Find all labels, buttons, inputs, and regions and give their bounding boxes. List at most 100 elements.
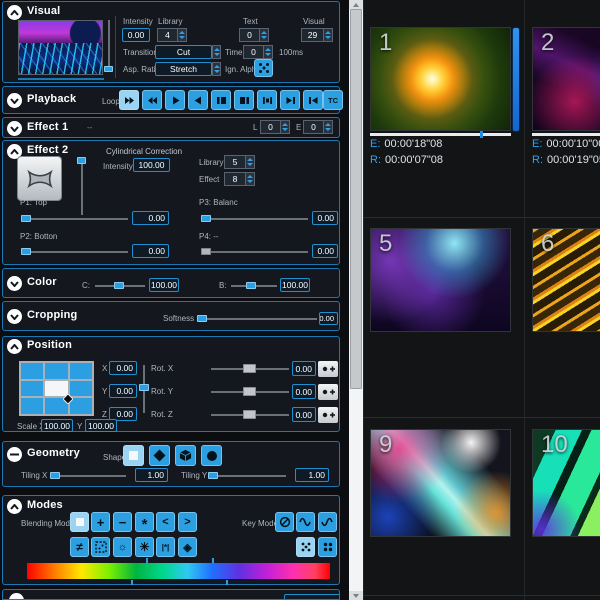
rot-x-keyframe-button[interactable] (318, 361, 338, 377)
collapse-cropping-button[interactable] (7, 309, 22, 324)
partial-field[interactable] (284, 594, 340, 600)
spinner-arrows-icon[interactable] (212, 62, 221, 76)
asp-ratio-dropdown[interactable]: Stretch (155, 62, 212, 76)
fast-forward-button[interactable] (119, 90, 139, 110)
spinner-arrows-icon[interactable] (246, 172, 255, 186)
transition-dropdown[interactable]: Cut (155, 45, 212, 59)
spinner-arrows-icon[interactable] (324, 28, 333, 42)
key-none-button[interactable] (275, 512, 294, 532)
cell-progress-bar[interactable] (370, 133, 511, 136)
pause-start-button[interactable] (211, 90, 231, 110)
position-grid-widget[interactable] (19, 361, 94, 416)
p3-slider-track[interactable] (201, 218, 308, 220)
softness-slider-handle[interactable] (197, 315, 207, 322)
scrollbar-thumb[interactable] (350, 9, 362, 389)
visual-spinner[interactable]: 29 (301, 28, 333, 42)
softness-field[interactable]: 0.00 (319, 312, 338, 325)
media-thumbnail[interactable]: 5 (370, 228, 511, 332)
visual-preview-thumbnail[interactable] (18, 20, 103, 75)
key-sine-b-button[interactable] (318, 512, 337, 532)
rot-y-slider-handle[interactable] (243, 387, 256, 396)
spinner-arrows-icon[interactable] (246, 155, 255, 169)
tiling-y-slider-handle[interactable] (208, 472, 218, 479)
shape-square-button[interactable] (123, 445, 144, 466)
blend-mask-button[interactable] (91, 537, 110, 557)
asp-ratio-spinner[interactable] (212, 62, 222, 76)
tiling-x-field[interactable]: 1.00 (135, 468, 168, 482)
key-dither25-button[interactable] (318, 537, 337, 557)
rot-x-slider-handle[interactable] (243, 364, 256, 373)
blend-add-button[interactable]: + (91, 512, 110, 532)
shape-circle-button[interactable] (201, 445, 222, 466)
x-field[interactable]: 0.00 (109, 361, 137, 375)
play-button[interactable] (165, 90, 185, 110)
effect2-vslider-handle[interactable] (77, 157, 86, 164)
shape-cube-button[interactable] (175, 445, 196, 466)
b-field[interactable]: 100.00 (280, 278, 310, 292)
blend-shift-left-button[interactable]: < (156, 512, 175, 532)
timecode-button[interactable]: TC (323, 90, 343, 110)
collapse-effect1-button[interactable] (7, 121, 22, 136)
scroll-down-button[interactable] (349, 591, 363, 600)
key-sine-a-button[interactable] (296, 512, 315, 532)
c-field[interactable]: 100.00 (149, 278, 179, 292)
visual-intensity-vslider-handle[interactable] (104, 66, 113, 72)
collapse-visual-button[interactable] (7, 5, 22, 20)
effect2-effect-spinner[interactable]: 8 (224, 172, 255, 186)
media-thumbnail[interactable]: 6 (532, 228, 600, 332)
l-spinner[interactable]: 0 (260, 120, 290, 134)
p3-field[interactable]: 0.00 (312, 211, 338, 225)
blend-shift-right-button[interactable]: > (178, 512, 197, 532)
spinner-arrows-icon[interactable] (281, 120, 290, 134)
b-slider-handle[interactable] (246, 282, 256, 289)
visual-intensity-vslider-track[interactable] (108, 20, 110, 72)
effect-preset-button[interactable] (18, 157, 61, 200)
effect2-vslider-track[interactable] (81, 158, 83, 215)
p3-slider-handle[interactable] (201, 215, 211, 222)
p4-slider-track[interactable] (201, 251, 308, 253)
collapse-position-button[interactable] (7, 339, 22, 354)
transition-spinner[interactable] (212, 45, 222, 59)
stop-end-button[interactable] (234, 90, 254, 110)
c-slider-handle[interactable] (114, 282, 124, 289)
tiling-y-field[interactable]: 1.00 (295, 468, 329, 482)
scale-x-field[interactable]: 100.00 (41, 419, 73, 432)
collapse-partial-button[interactable] (9, 593, 24, 600)
rot-y-keyframe-button[interactable] (318, 384, 338, 400)
rot-x-field[interactable]: 0.00 (292, 361, 316, 376)
text-spinner[interactable]: 0 (239, 28, 269, 42)
rot-z-slider-handle[interactable] (243, 410, 256, 419)
p2-slider-handle[interactable] (21, 248, 31, 255)
media-thumbnail[interactable]: 10 (532, 429, 600, 537)
collapse-modes-button[interactable] (7, 499, 22, 514)
ign-alpha-button[interactable] (254, 59, 273, 77)
scroll-up-button[interactable] (349, 0, 363, 9)
spinner-arrows-icon[interactable] (178, 28, 187, 42)
media-thumbnail[interactable]: 9 (370, 429, 511, 537)
loop-range-button[interactable] (257, 90, 277, 110)
scale-y-field[interactable]: 100.00 (85, 419, 117, 432)
skip-end-button[interactable] (280, 90, 300, 110)
spinner-arrows-icon[interactable] (212, 45, 221, 59)
skip-start-button[interactable] (303, 90, 323, 110)
rot-z-field[interactable]: 0.00 (292, 407, 316, 422)
shape-diamond-button[interactable] (149, 445, 170, 466)
intensity-field[interactable]: 0.00 (122, 28, 150, 42)
p1-field[interactable]: 0.00 (132, 211, 169, 225)
blend-normal-button[interactable] (70, 512, 89, 532)
p1-slider-track[interactable] (21, 218, 128, 220)
tiling-x-slider-track[interactable] (53, 475, 126, 477)
blend-layers-button[interactable]: ◈ (178, 537, 197, 557)
rot-y-field[interactable]: 0.00 (292, 384, 316, 399)
tiling-y-slider-track[interactable] (211, 475, 286, 477)
collapse-color-button[interactable] (7, 276, 22, 291)
time-spinner[interactable]: 0 (243, 45, 273, 59)
blend-mirror-button[interactable]: |*| (156, 537, 175, 557)
blend-glow-large-button[interactable]: ☀ (135, 537, 154, 557)
cell-progress-marker[interactable] (480, 131, 483, 138)
hue-gradient-bar[interactable] (27, 563, 330, 579)
effect2-library-spinner[interactable]: 5 (224, 155, 255, 169)
spinner-arrows-icon[interactable] (324, 120, 333, 134)
p1-slider-handle[interactable] (21, 215, 31, 222)
effect2-intensity-field[interactable]: 100.00 (133, 158, 170, 172)
